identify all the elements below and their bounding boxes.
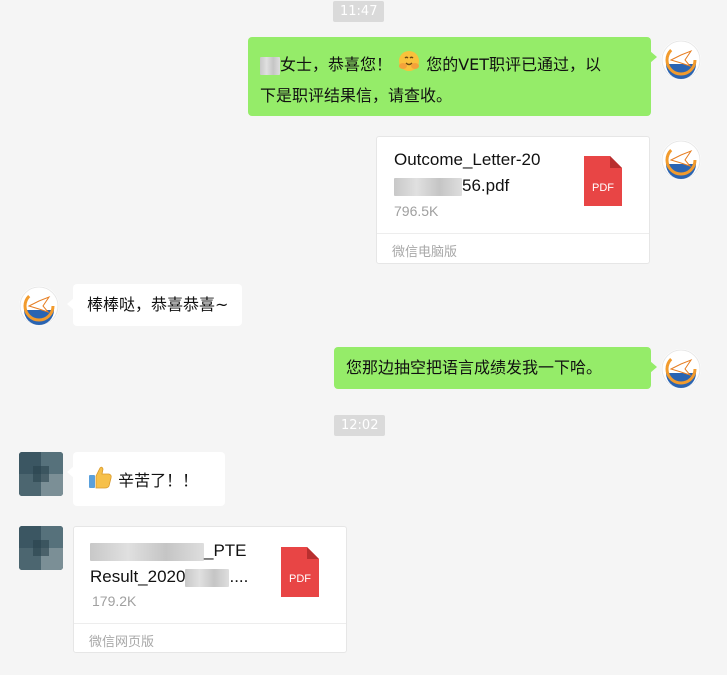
redacted-filename xyxy=(90,542,204,561)
pdf-file-icon: PDF xyxy=(584,156,622,206)
bird-logo-icon xyxy=(661,349,701,389)
bird-logo-icon xyxy=(19,286,59,326)
redacted-name xyxy=(260,56,280,75)
divider xyxy=(74,623,346,624)
file-size: 179.2K xyxy=(92,593,137,609)
agent-avatar[interactable] xyxy=(661,349,701,389)
file-source-label: 微信网页版 xyxy=(89,635,155,650)
file-size: 796.5K xyxy=(394,203,439,219)
client-avatar[interactable] xyxy=(19,526,63,570)
bird-logo-icon xyxy=(661,140,701,180)
hug-emoji-icon xyxy=(397,49,421,82)
agent-avatar[interactable] xyxy=(661,140,701,180)
agent-avatar[interactable] xyxy=(661,40,701,80)
file-name-line2: Result_2020 xyxy=(90,567,186,586)
mosaic-avatar-icon xyxy=(19,452,63,496)
received-message[interactable]: 棒棒哒，恭喜恭喜~ xyxy=(66,284,243,326)
sent-message[interactable]: 您那边抽空把语言成绩发我一下哈。 xyxy=(334,347,657,389)
file-name-line1: Outcome_Letter-20 xyxy=(394,150,541,169)
file-message-pte-result[interactable]: _PTE Result_2020.... 179.2K PDF 微信网页版 xyxy=(73,526,347,653)
file-message-outcome-letter[interactable]: Outcome_Letter-20 56.pdf 796.5K PDF 微信电脑… xyxy=(376,136,650,264)
client-avatar[interactable] xyxy=(19,286,59,326)
file-name-line2: 56.pdf xyxy=(462,176,510,195)
timestamp: 12:02 xyxy=(334,415,386,436)
client-avatar[interactable] xyxy=(19,452,63,496)
redacted-filename xyxy=(394,177,462,196)
pdf-file-icon: PDF xyxy=(281,547,319,597)
mosaic-avatar-icon xyxy=(19,526,63,570)
redacted-filename xyxy=(185,568,230,587)
sent-message[interactable]: 女士，恭喜您！ 您的VET职评已通过，以 下是职评结果信，请查收。 xyxy=(248,37,657,116)
file-source-label: 微信电脑版 xyxy=(392,245,458,260)
timestamp: 11:47 xyxy=(333,1,385,22)
chat-window: 11:47 女士，恭喜您！ 您的VET职评已通过，以 下是职评结果信，请查收。 xyxy=(0,0,727,675)
received-message[interactable]: 辛苦了！！ xyxy=(67,452,225,506)
bird-logo-icon xyxy=(661,40,701,80)
file-name-line1: _PTE xyxy=(204,541,247,560)
thumbs-up-icon xyxy=(87,464,113,499)
divider xyxy=(377,233,649,234)
